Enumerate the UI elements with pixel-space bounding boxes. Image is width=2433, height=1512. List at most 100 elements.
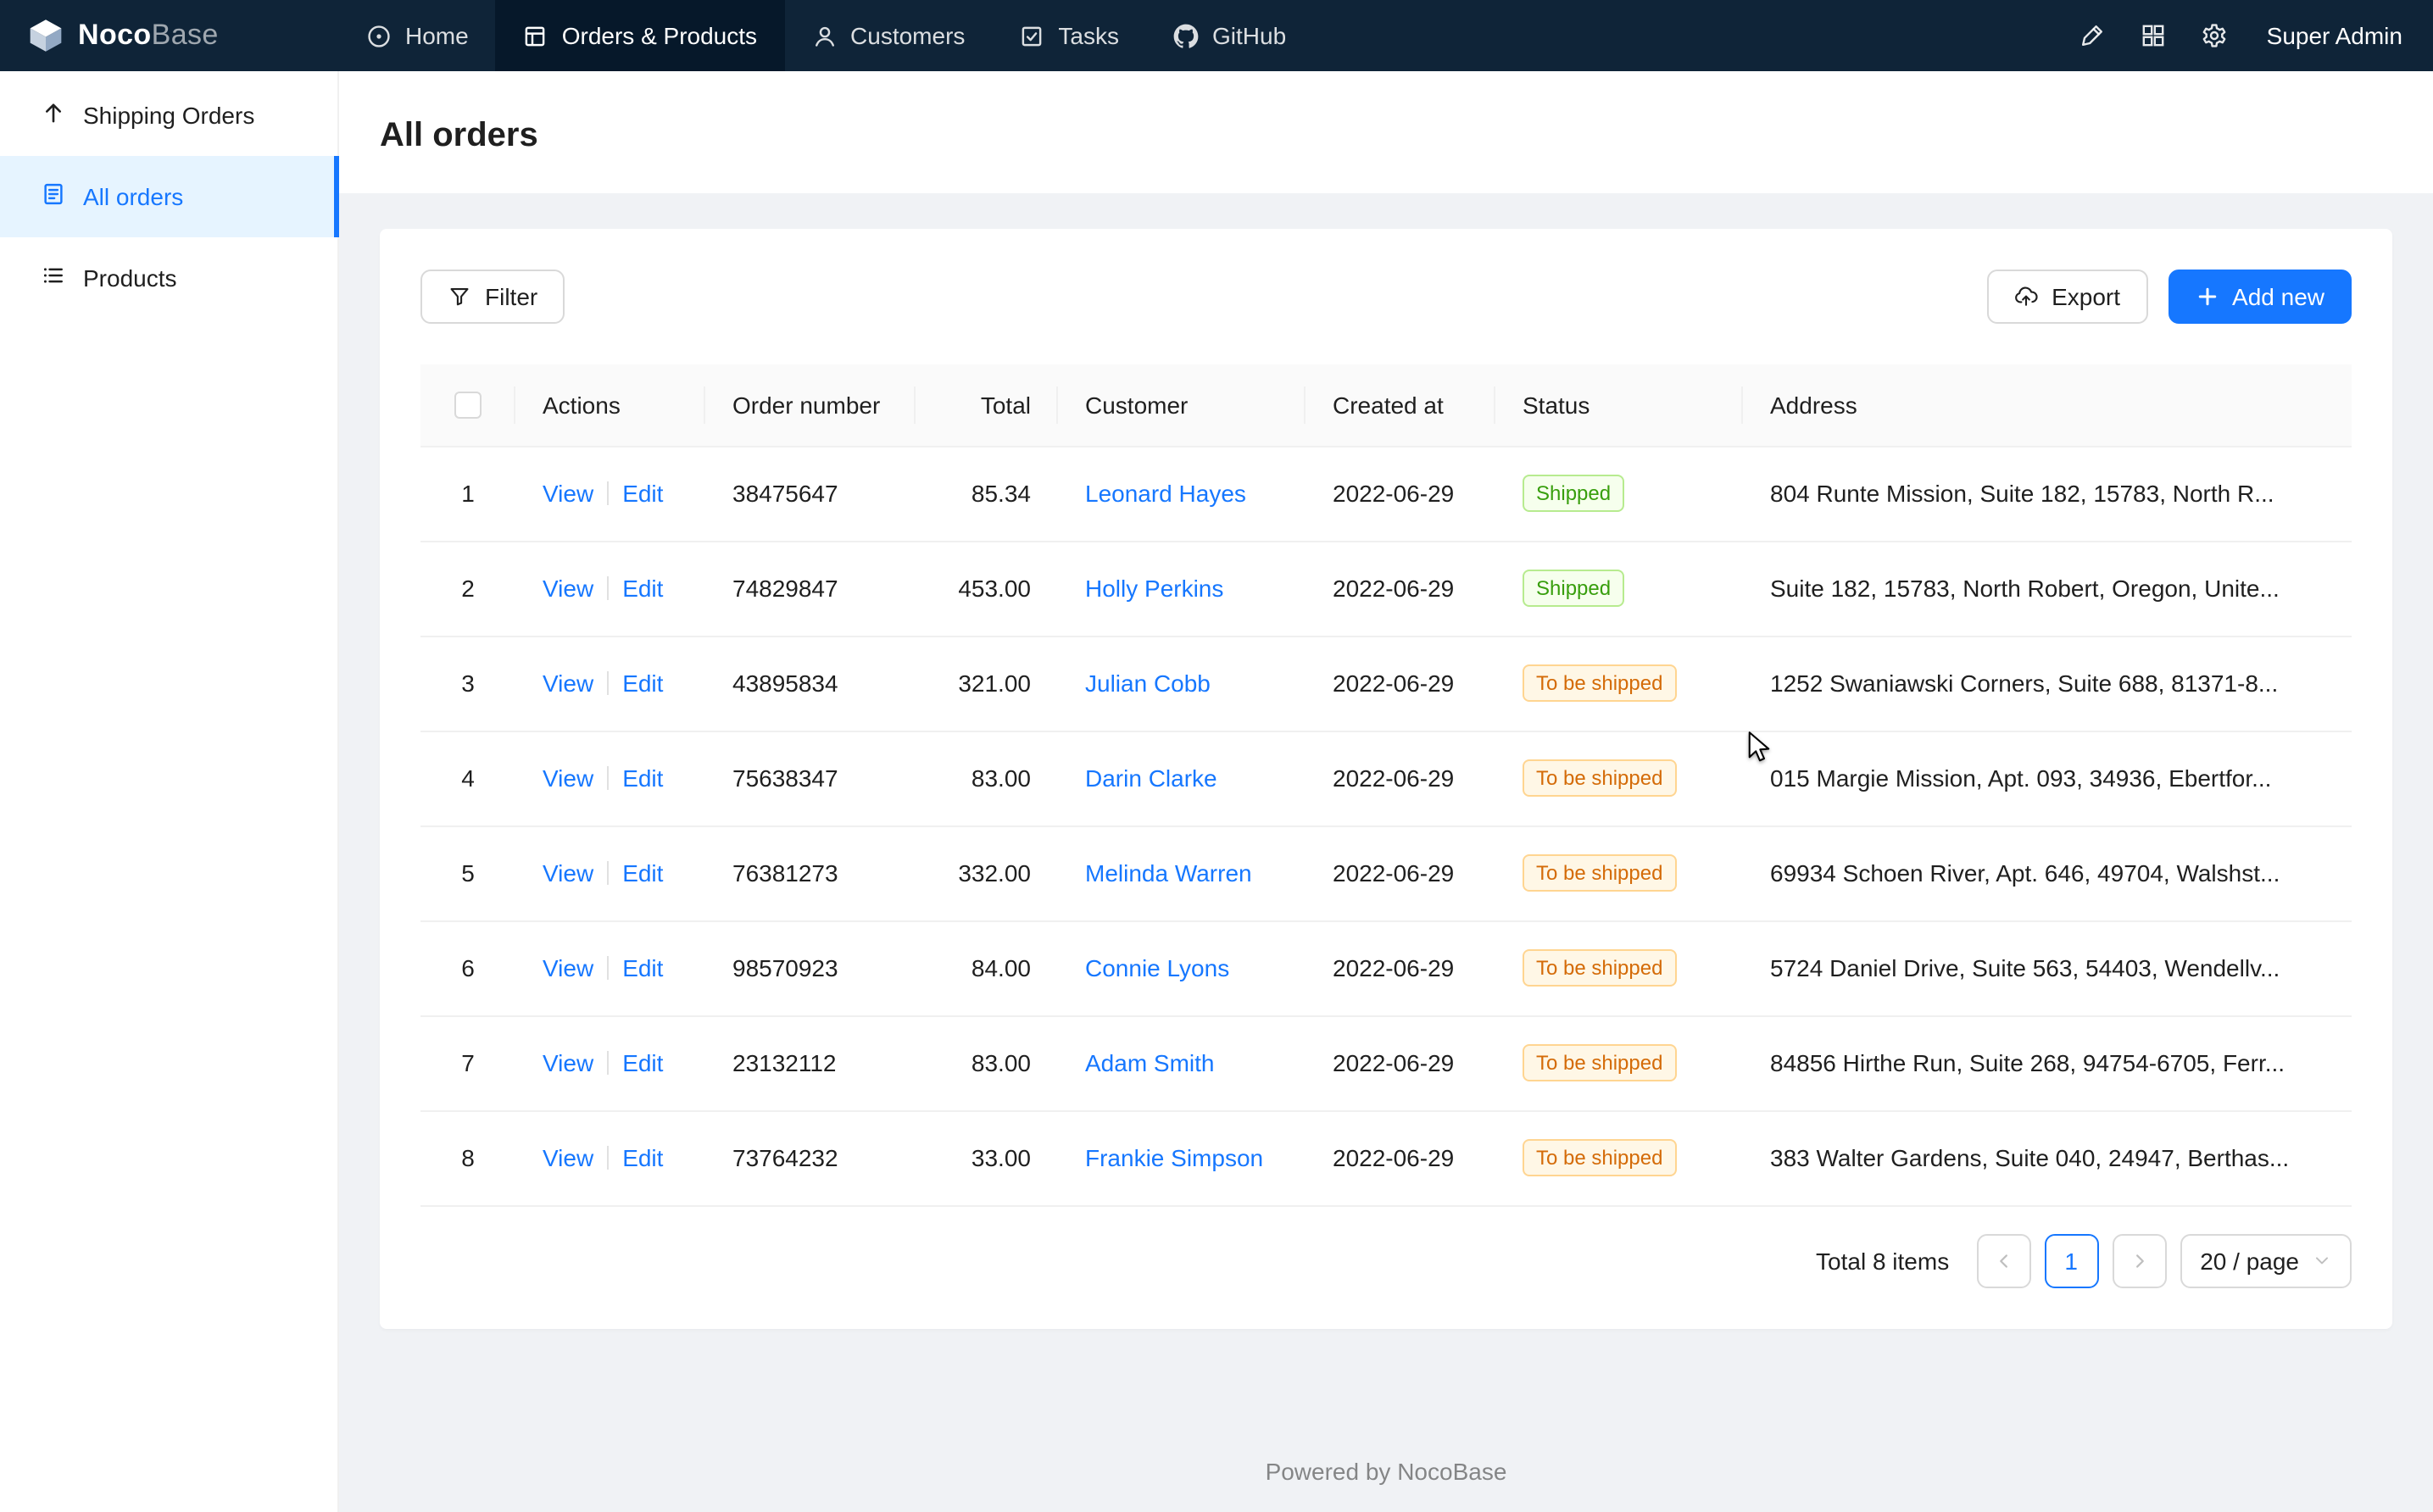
settings-button[interactable] (2189, 10, 2240, 61)
export-icon (2014, 285, 2038, 309)
action-divider (607, 766, 609, 790)
view-link[interactable]: View (543, 859, 593, 887)
page-title: All orders (380, 112, 2392, 159)
created-at-cell: 2022-06-29 (1306, 920, 1495, 1015)
plus-icon (2195, 285, 2219, 309)
status-tag: To be shipped (1523, 759, 1676, 797)
next-page-button[interactable] (2112, 1233, 2166, 1287)
nav-item-orders-products[interactable]: Orders & Products (496, 0, 784, 71)
sidebar-item-shipping-orders[interactable]: Shipping Orders (0, 75, 337, 156)
nav-item-home[interactable]: Home (339, 0, 496, 71)
order-number-cell: 73764232 (705, 1110, 916, 1205)
table-row-4: 4ViewEdit7563834783.00Darin Clarke2022-0… (420, 731, 2352, 825)
customer-link[interactable]: Holly Perkins (1085, 575, 1223, 602)
list-icon (41, 263, 66, 293)
add-new-button[interactable]: Add new (2168, 270, 2352, 324)
action-divider (607, 481, 609, 505)
chevron-down-icon (2313, 1251, 2331, 1270)
edit-link[interactable]: Edit (622, 1144, 663, 1171)
page-header: All orders (339, 71, 2433, 193)
order-number-cell: 74829847 (705, 541, 916, 636)
customer-cell: Frankie Simpson (1058, 1110, 1306, 1205)
total-cell: 453.00 (916, 541, 1058, 636)
row-index: 5 (420, 825, 515, 920)
order-number-cell: 98570923 (705, 920, 916, 1015)
mouse-cursor (1746, 731, 1772, 766)
created-at-cell: 2022-06-29 (1306, 636, 1495, 731)
address-cell: 5724 Daniel Drive, Suite 563, 54403, Wen… (1743, 920, 2352, 1015)
nav-item-customers[interactable]: Customers (784, 0, 992, 71)
column-header-address: Address (1743, 364, 2352, 446)
sidebar-item-products[interactable]: Products (0, 237, 337, 319)
edit-link[interactable]: Edit (622, 670, 663, 697)
select-all-checkbox[interactable] (454, 392, 482, 420)
customer-link[interactable]: Frankie Simpson (1085, 1144, 1263, 1171)
row-actions: View Edit (515, 1015, 705, 1110)
row-actions: View Edit (515, 920, 705, 1015)
view-link[interactable]: View (543, 1144, 593, 1171)
table-row-3: 3ViewEdit43895834321.00Julian Cobb2022-0… (420, 636, 2352, 731)
nav-item-tasks[interactable]: Tasks (992, 0, 1146, 71)
customer-cell: Holly Perkins (1058, 541, 1306, 636)
gear-icon (2201, 22, 2228, 49)
home-icon (366, 23, 392, 48)
action-divider (607, 1146, 609, 1170)
edit-link[interactable]: Edit (622, 1049, 663, 1076)
customer-link[interactable]: Darin Clarke (1085, 764, 1217, 792)
pagination: Total 8 items 1 20 / page (420, 1233, 2352, 1287)
view-link[interactable]: View (543, 670, 593, 697)
customer-cell: Connie Lyons (1058, 920, 1306, 1015)
edit-link[interactable]: Edit (622, 575, 663, 602)
row-actions: View Edit (515, 636, 705, 731)
view-link[interactable]: View (543, 575, 593, 602)
customer-link[interactable]: Leonard Hayes (1085, 480, 1246, 507)
action-divider (607, 861, 609, 885)
row-actions: View Edit (515, 825, 705, 920)
edit-link[interactable]: Edit (622, 480, 663, 507)
sidebar-item-all-orders[interactable]: All orders (0, 156, 337, 237)
status-cell: Shipped (1495, 541, 1743, 636)
page-size-select[interactable]: 20 / page (2180, 1233, 2352, 1287)
total-cell: 321.00 (916, 636, 1058, 731)
sidebar-item-label: All orders (83, 183, 183, 210)
status-tag: To be shipped (1523, 854, 1676, 892)
column-header-actions: Actions (515, 364, 705, 446)
table-row-1: 1ViewEdit3847564785.34Leonard Hayes2022-… (420, 446, 2352, 541)
plugins-button[interactable] (2128, 10, 2179, 61)
edit-link[interactable]: Edit (622, 764, 663, 792)
nav-item-label: Orders & Products (562, 22, 757, 49)
customer-link[interactable]: Melinda Warren (1085, 859, 1252, 887)
nocobase-logo-icon (27, 17, 64, 54)
export-button[interactable]: Export (1987, 270, 2147, 324)
user-name[interactable]: Super Admin (2267, 22, 2402, 49)
view-link[interactable]: View (543, 1049, 593, 1076)
customer-link[interactable]: Connie Lyons (1085, 954, 1229, 981)
orders-products-icon (523, 23, 548, 48)
ui-editor-button[interactable] (2067, 10, 2118, 61)
customer-link[interactable]: Adam Smith (1085, 1049, 1215, 1076)
view-link[interactable]: View (543, 954, 593, 981)
page-1-button[interactable]: 1 (2044, 1233, 2098, 1287)
arrow-up-icon (41, 100, 66, 131)
prev-page-button[interactable] (1976, 1233, 2030, 1287)
table-row-8: 8ViewEdit7376423233.00Frankie Simpson202… (420, 1110, 2352, 1205)
action-divider (607, 956, 609, 980)
edit-link[interactable]: Edit (622, 954, 663, 981)
row-actions: View Edit (515, 541, 705, 636)
view-link[interactable]: View (543, 764, 593, 792)
status-cell: Shipped (1495, 446, 1743, 541)
column-header-status: Status (1495, 364, 1743, 446)
main-area: All orders Filter Export (339, 71, 2433, 1512)
nav-item-github[interactable]: GitHub (1146, 0, 1313, 71)
edit-link[interactable]: Edit (622, 859, 663, 887)
filter-button[interactable]: Filter (420, 270, 565, 324)
customer-cell: Leonard Hayes (1058, 446, 1306, 541)
total-cell: 332.00 (916, 825, 1058, 920)
row-index: 2 (420, 541, 515, 636)
order-number-cell: 43895834 (705, 636, 916, 731)
header-select-cell (420, 364, 515, 446)
nocobase-logo[interactable]: NocoBase (0, 0, 339, 71)
filter-button-label: Filter (485, 283, 537, 310)
customer-link[interactable]: Julian Cobb (1085, 670, 1211, 697)
view-link[interactable]: View (543, 480, 593, 507)
